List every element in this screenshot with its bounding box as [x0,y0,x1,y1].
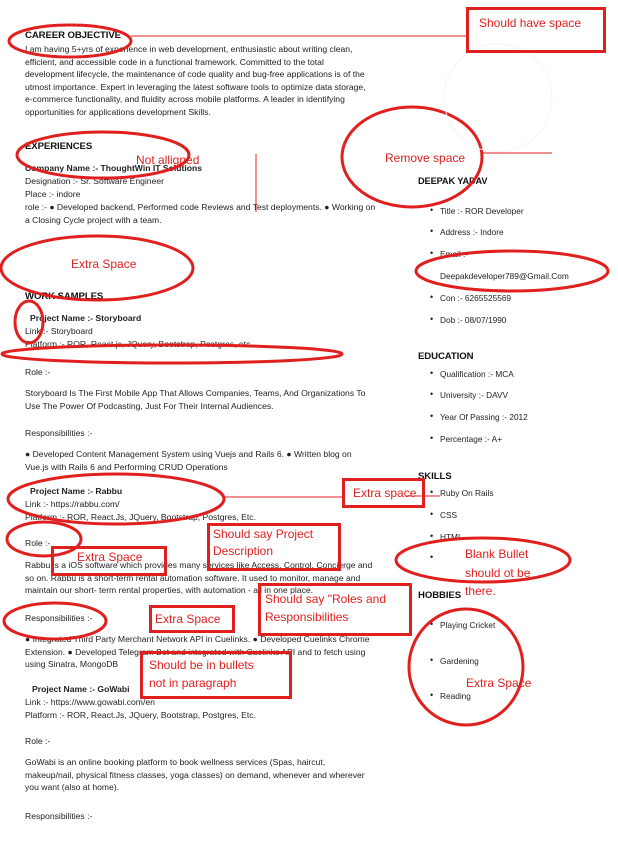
role-line: a Closing Cycle project with a team. [25,214,162,225]
candidate-name: DEEPAK YADAV [418,176,488,186]
career-objective-heading: CAREER OBJECTIVE [25,30,121,41]
education-item: Qualification :- MCA [430,368,514,379]
contact-phone: Con :- 6265525569 [430,292,511,303]
annotation-text: Should say "Roles and [265,592,387,606]
hobbies-heading: HOBBIES [418,590,462,601]
project-link: Link :- Storyboard [25,326,93,336]
objective-line: development lifecycle, the maintenance o… [25,69,365,80]
education-item: Year Of Passing :- 2012 [430,411,528,422]
project-name: Project Name :- Rabbu [30,486,123,496]
place: Place :- indore [25,189,81,199]
annotation-text: Should say Project [213,527,314,541]
annotation-text: Blank Bullet [465,547,529,561]
project-name: Project Name :- GoWabi [32,684,130,694]
annotation-text: Responsibilities [265,610,349,624]
skill-item: Ruby On Rails [430,487,493,498]
annotation-text: should ot be [465,566,531,580]
annotation-text: Extra Space [466,676,532,690]
hobby-item: Playing Cricket [430,619,495,630]
project-responsibilities-label: Responsibilities :- [25,613,93,623]
project-description: GoWabi is an online booking platform to … [25,756,385,794]
description-line: GoWabi is an online booking platform to … [25,757,326,767]
objective-line: opportunities for applications developme… [25,106,211,117]
objective-line: I am having 5+yrs of experience in web d… [25,44,353,54]
experiences-heading: EXPERIENCES [25,141,93,152]
objective-line: efficient, and accessible code in a func… [25,56,324,67]
responsibility-line: Vue.js with Rails 6 and Performing CRUD … [25,461,228,472]
description-line: Use The Power Of Podcasting, Just For Th… [25,400,274,411]
role-line: role :- ● Developed backend, Performed c… [25,202,376,212]
annotation-text: Extra Space [155,612,221,626]
project-role-label: Role :- [25,538,51,548]
education-item: University :- DAVV [430,389,508,400]
responsibility-line: ● Developed Content Management System us… [25,449,352,459]
work-samples-heading: WORK SAMPLES [25,291,104,302]
annotation-text: Extra Space [71,257,137,271]
description-line: Storyboard Is The First Mobile App That … [25,388,366,398]
annotation-text: not in paragraph [149,676,237,690]
annotation-text: Not alligned [136,153,200,167]
project-responsibilities-label: Responsibilities :- [25,811,93,821]
annotation-text: Should be in bullets [149,658,254,672]
project-name: Project Name :- Storyboard [30,313,142,323]
contact-title: Title :- ROR Developer [430,205,524,216]
experience-role: role :- ● Developed backend, Performed c… [25,201,385,226]
contact-email-label: Email :- [430,248,468,259]
description-line: you want (also at home). [25,782,120,793]
project-role-label: Role :- [25,367,51,377]
annotation-text: Should have space [479,16,582,30]
objective-line: utmost importance. Expert in leveraging … [25,81,366,92]
project-link: Link :- https://rabbu.com/ [25,499,120,509]
annotation-text: Remove space [385,151,466,165]
hobby-item: Reading [430,690,471,701]
education-item: Percentage :- A+ [430,433,502,444]
annotation-text: Extra Space [77,550,143,564]
project-responsibilities-label: Responsibilities :- [25,428,93,438]
career-objective-text: I am having 5+yrs of experience in web d… [25,43,385,119]
contact-dob: Dob :- 08/07/1990 [430,314,507,325]
annotation-text: Description [213,544,274,558]
contact-address: Address :- Indore [430,226,504,237]
annotation-overlay [0,23,610,727]
project-description: Storyboard Is The First Mobile App That … [25,387,385,412]
project-platform: Platform :- ROR, React.Js, JQuery, Boots… [25,512,256,522]
education-heading: EDUCATION [418,351,474,362]
objective-line: e-commerce functionality, and fluidity a… [25,94,345,105]
project-responsibilities: ● Developed Content Management System us… [25,448,385,473]
project-platform: Platform :- ROR, React.Js, JQuery, Boots… [25,710,256,720]
hobby-item: Gardening [430,655,479,666]
project-platform: Platform :- ROR, React.js, JQuery, Boots… [25,339,253,349]
skill-item: CSS [430,509,457,520]
contact-email: Deepakdeveloper789@Gmail.Com [440,271,569,281]
project-role-label: Role :- [25,736,51,746]
project-link: Link :- https://www.gowabi.com/en [25,697,155,707]
faint-circle [443,43,553,153]
skill-item: HTML [430,531,462,542]
designation: Designation :- Sr. Software Engineer [25,176,165,186]
description-line: makeup/nail, physical fitness classes, y… [25,769,365,780]
annotation-text: Extra space [353,486,417,500]
annotation-text: there. [465,584,496,598]
